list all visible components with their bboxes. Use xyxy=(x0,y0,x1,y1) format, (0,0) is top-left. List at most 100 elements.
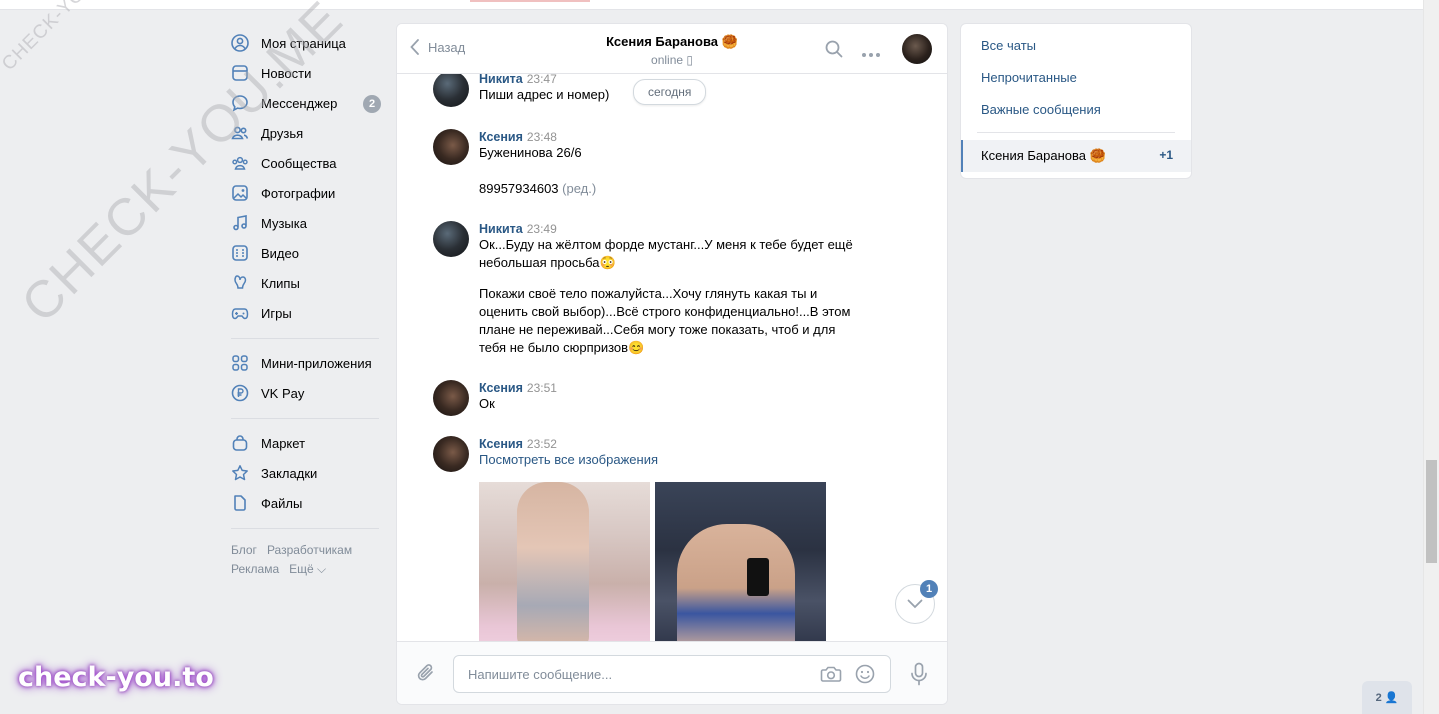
message-author[interactable]: Ксения xyxy=(479,381,523,395)
online-friends-button[interactable]: 2 👤 xyxy=(1362,681,1412,714)
message-time: 23:49 xyxy=(526,222,557,236)
nav-label: Игры xyxy=(261,305,292,321)
footer-ads-link[interactable]: Реклама xyxy=(231,562,279,576)
clips-icon xyxy=(231,274,249,292)
view-all-images-link[interactable]: Посмотреть все изображения xyxy=(479,451,869,469)
video-icon xyxy=(231,244,249,262)
active-chat-item[interactable]: Ксения Баранова 🥮 +1 xyxy=(961,140,1191,172)
photo-attachment[interactable] xyxy=(479,482,650,641)
nav-divider xyxy=(231,528,379,529)
avatar[interactable] xyxy=(433,129,469,165)
nav-label: Маркет xyxy=(261,435,306,451)
nav-label: Закладки xyxy=(261,465,318,481)
photo-figure xyxy=(677,524,795,641)
message-text-2: 89957934603 (ред.) xyxy=(479,180,869,198)
top-accent xyxy=(470,0,590,2)
chat-panel: Назад Ксения Баранова 🥮 online ▯ Никита 2… xyxy=(396,23,948,705)
message-text: Буженинова 26/6 xyxy=(479,145,582,160)
message-time: 23:48 xyxy=(526,130,557,144)
message-history[interactable]: Никита 23:47 Пиши адрес и номер) сегодня … xyxy=(397,74,947,641)
message-text: Покажи своё тело пожалуйста...Хочу гляну… xyxy=(479,286,818,301)
chat-avatar[interactable] xyxy=(902,34,932,64)
nav-item-music[interactable]: Музыка xyxy=(231,208,381,238)
messenger-badge: 2 xyxy=(363,95,381,113)
footer-links: Блог Разработчикам Реклама Ещё ⌵ xyxy=(231,541,381,579)
nav-item-bookmarks[interactable]: Закладки xyxy=(231,458,381,488)
message-time: 23:51 xyxy=(526,381,557,395)
edited-label: (ред.) xyxy=(562,181,597,196)
message-text: небольшая просьба😳 xyxy=(479,255,616,270)
message-text: Ок xyxy=(479,396,495,411)
scrollbar-thumb[interactable] xyxy=(1426,460,1437,563)
nav-label: Клипы xyxy=(261,275,300,291)
emoji-icon[interactable] xyxy=(854,664,876,687)
music-icon xyxy=(231,214,249,232)
nav-label: Видео xyxy=(261,245,299,261)
message-author[interactable]: Никита xyxy=(479,222,523,236)
footer-devs-link[interactable]: Разработчикам xyxy=(267,543,352,557)
nav-divider xyxy=(231,418,379,419)
filter-all-chats[interactable]: Все чаты xyxy=(981,38,1036,53)
message-input-box xyxy=(453,655,891,693)
star-icon xyxy=(231,464,249,482)
market-icon xyxy=(231,434,249,452)
chat-filters-panel: Все чаты Непрочитанные Важные сообщения … xyxy=(960,23,1192,179)
user-circle-icon xyxy=(231,34,249,52)
microphone-icon[interactable] xyxy=(909,662,929,689)
nav-label: Мини-приложения xyxy=(261,355,372,371)
search-icon[interactable] xyxy=(825,40,843,61)
photos-icon xyxy=(231,184,249,202)
unread-count-badge: 1 xyxy=(920,580,938,598)
message-input[interactable] xyxy=(466,656,810,692)
message-text: Ок...Буду на жёлтом форде мустанг...У ме… xyxy=(479,237,853,252)
watermark-badge: check-you.to xyxy=(18,662,214,693)
avatar[interactable] xyxy=(433,221,469,257)
camera-icon[interactable] xyxy=(820,664,842,687)
photo-phone xyxy=(747,558,769,596)
nav-item-communities[interactable]: Сообщества xyxy=(231,148,381,178)
filter-important[interactable]: Важные сообщения xyxy=(981,102,1101,117)
avatar[interactable] xyxy=(433,436,469,472)
watermark-small: CHECK-YOU.ME xyxy=(0,0,126,75)
photo-attachment[interactable] xyxy=(655,482,826,641)
more-icon[interactable] xyxy=(861,46,881,61)
nav-item-mini-apps[interactable]: Мини-приложения xyxy=(231,348,381,378)
scroll-down-button[interactable]: 1 xyxy=(895,580,938,624)
message-author[interactable]: Ксения xyxy=(479,130,523,144)
photo-figure xyxy=(517,482,589,641)
footer-blog-link[interactable]: Блог xyxy=(231,543,257,557)
nav-item-clips[interactable]: Клипы xyxy=(231,268,381,298)
top-bar xyxy=(0,0,1423,10)
phone-text: 89957934603 xyxy=(479,181,559,196)
nav-divider xyxy=(231,338,379,339)
message-author[interactable]: Никита xyxy=(479,74,523,86)
nav-label: Друзья xyxy=(261,125,304,141)
message-time: 23:52 xyxy=(526,437,557,451)
games-icon xyxy=(231,304,249,322)
apps-icon xyxy=(231,354,249,372)
filter-unread[interactable]: Непрочитанные xyxy=(981,70,1077,85)
date-separator: сегодня xyxy=(633,79,707,105)
page-scrollbar[interactable] xyxy=(1423,0,1439,714)
nav-item-files[interactable]: Файлы xyxy=(231,488,381,518)
panel-divider xyxy=(977,132,1175,133)
attach-icon[interactable] xyxy=(416,662,436,687)
vkpay-icon xyxy=(231,384,249,402)
nav-item-photos[interactable]: Фотографии xyxy=(231,178,381,208)
nav-item-video[interactable]: Видео xyxy=(231,238,381,268)
nav-label: Музыка xyxy=(261,215,307,231)
message-text: оценить свой выбор)...Всё строго конфиде… xyxy=(479,304,851,319)
avatar[interactable] xyxy=(433,74,469,107)
message-author[interactable]: Ксения xyxy=(479,437,523,451)
nav-item-market[interactable]: Маркет xyxy=(231,428,381,458)
footer-more-link[interactable]: Ещё ⌵ xyxy=(289,562,326,576)
active-chat-count: +1 xyxy=(1159,148,1173,162)
chat-header: Назад Ксения Баранова 🥮 online ▯ xyxy=(397,24,947,74)
active-chat-name: Ксения Баранова 🥮 xyxy=(981,148,1106,163)
nav-label: Сообщества xyxy=(261,155,337,171)
message-composer xyxy=(397,641,947,704)
nav-item-vk-pay[interactable]: VK Pay xyxy=(231,378,381,408)
nav-item-games[interactable]: Игры xyxy=(231,298,381,328)
message-text: тебя не было сюрпризов😊 xyxy=(479,340,645,355)
avatar[interactable] xyxy=(433,380,469,416)
